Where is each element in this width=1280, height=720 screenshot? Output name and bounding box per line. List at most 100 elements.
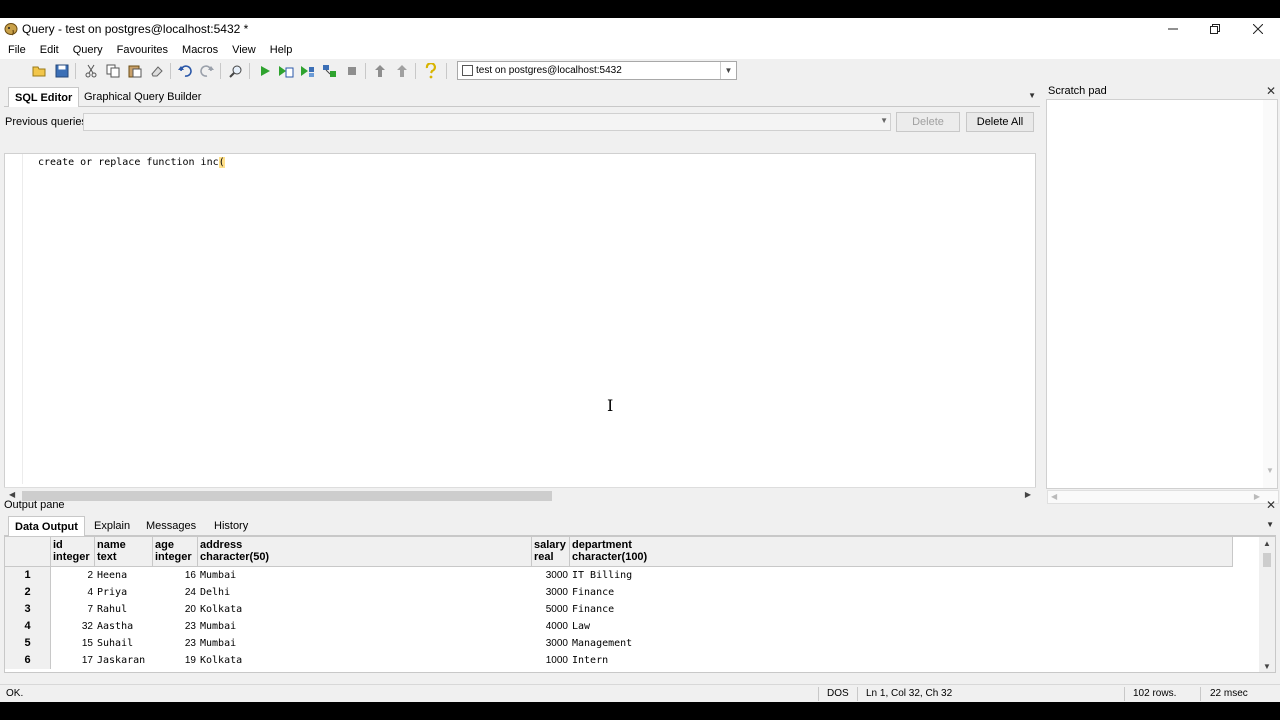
cell-salary[interactable]: 3000 (532, 567, 570, 584)
execute-to-file-button[interactable] (277, 62, 295, 80)
find-button[interactable] (227, 62, 245, 80)
table-row[interactable]: 5 15 Suhail 23 Mumbai 3000 Management (5, 635, 1233, 652)
cell-name[interactable]: Aastha (95, 618, 153, 635)
cell-age[interactable]: 19 (153, 652, 198, 669)
scroll-thumb[interactable] (1263, 553, 1271, 567)
cell-id[interactable]: 15 (51, 635, 95, 652)
cell-name[interactable]: Priya (95, 584, 153, 601)
tab-messages[interactable]: Messages (140, 516, 202, 536)
cell-name[interactable]: Jaskaran (95, 652, 153, 669)
cell-address[interactable]: Kolkata (198, 601, 532, 618)
paste-button[interactable] (126, 62, 144, 80)
scroll-down-icon[interactable]: ▼ (1263, 662, 1271, 671)
data-output-grid[interactable]: id integer name text age integer address cha… (4, 536, 1276, 673)
commit-button[interactable] (371, 62, 389, 80)
delete-all-button[interactable]: Delete All (966, 112, 1034, 132)
close-window-button[interactable] (1237, 18, 1279, 40)
menu-query[interactable]: Query (65, 44, 109, 56)
menu-help[interactable]: Help (262, 44, 299, 56)
tab-sql-editor[interactable]: SQL Editor (8, 87, 80, 107)
cell-id[interactable]: 4 (51, 584, 95, 601)
cell-name[interactable]: Rahul (95, 601, 153, 618)
cell-address[interactable]: Mumbai (198, 635, 532, 652)
tab-history[interactable]: History (208, 516, 254, 536)
column-header-salary[interactable]: salary real (532, 537, 570, 567)
cell-id[interactable]: 17 (51, 652, 95, 669)
rollback-button[interactable] (393, 62, 411, 80)
column-header-name[interactable]: name text (95, 537, 153, 567)
table-row[interactable]: 3 7 Rahul 20 Kolkata 5000 Finance (5, 601, 1233, 618)
restore-button[interactable] (1194, 18, 1236, 40)
connection-select[interactable]: test on postgres@localhost:5432 ▼ (457, 61, 737, 80)
menu-favourites[interactable]: Favourites (109, 44, 174, 56)
cell-address[interactable]: Delhi (198, 584, 532, 601)
previous-queries-select[interactable]: ▼ (83, 113, 891, 131)
cell-salary[interactable]: 1000 (532, 652, 570, 669)
menu-edit[interactable]: Edit (32, 44, 65, 56)
explain-analyze-button[interactable] (321, 62, 339, 80)
menu-view[interactable]: View (224, 44, 262, 56)
cell-department[interactable]: Intern (570, 652, 1233, 669)
cell-department[interactable]: Finance (570, 584, 1233, 601)
cell-name[interactable]: Heena (95, 567, 153, 584)
table-row[interactable]: 2 4 Priya 24 Delhi 3000 Finance (5, 584, 1233, 601)
cell-salary[interactable]: 3000 (532, 584, 570, 601)
column-header-address[interactable]: address character(50) (198, 537, 532, 567)
close-icon[interactable]: ✕ (1266, 498, 1276, 512)
code-line[interactable]: create or replace function inc( (38, 157, 225, 168)
minimize-button[interactable] (1152, 18, 1194, 40)
cell-age[interactable]: 24 (153, 584, 198, 601)
cell-name[interactable]: Suhail (95, 635, 153, 652)
cell-department[interactable]: Law (570, 618, 1233, 635)
tab-data-output[interactable]: Data Output (8, 516, 85, 536)
tab-explain[interactable]: Explain (88, 516, 136, 536)
delete-button[interactable]: Delete (896, 112, 960, 132)
cell-age[interactable]: 20 (153, 601, 198, 618)
scratch-vertical-scrollbar[interactable]: ▼ (1263, 100, 1277, 488)
cell-salary[interactable]: 4000 (532, 618, 570, 635)
tab-menu-icon[interactable]: ▼ (1028, 91, 1036, 100)
table-row[interactable]: 6 17 Jaskaran 19 Kolkata 1000 Intern (5, 652, 1233, 669)
chevron-down-icon[interactable]: ▼ (880, 116, 888, 125)
table-row[interactable]: 4 32 Aastha 23 Mumbai 4000 Law (5, 618, 1233, 635)
cell-address[interactable]: Mumbai (198, 618, 532, 635)
close-icon[interactable]: ✕ (1266, 84, 1276, 98)
cell-salary[interactable]: 5000 (532, 601, 570, 618)
open-file-button[interactable] (31, 62, 49, 80)
connection-checkbox[interactable] (462, 65, 473, 76)
undo-button[interactable] (176, 62, 194, 80)
column-header-age[interactable]: age integer (153, 537, 198, 567)
cell-age[interactable]: 16 (153, 567, 198, 584)
cell-age[interactable]: 23 (153, 618, 198, 635)
copy-button[interactable] (104, 62, 122, 80)
execute-query-button[interactable] (256, 62, 274, 80)
cell-age[interactable]: 23 (153, 635, 198, 652)
menu-file[interactable]: File (0, 44, 32, 56)
menu-macros[interactable]: Macros (174, 44, 224, 56)
scroll-up-icon[interactable]: ▲ (1263, 539, 1271, 548)
cut-button[interactable] (82, 62, 100, 80)
cell-department[interactable]: Management (570, 635, 1233, 652)
scroll-down-icon[interactable]: ▼ (1266, 466, 1274, 475)
cell-id[interactable]: 32 (51, 618, 95, 635)
table-row[interactable]: 1 2 Heena 16 Mumbai 3000 IT Billing (5, 567, 1233, 584)
grid-vertical-scrollbar[interactable]: ▲ ▼ (1259, 537, 1275, 672)
scratch-pad-textarea[interactable]: ▼ ◀ ▶ (1046, 99, 1279, 504)
clear-button[interactable] (148, 62, 166, 80)
column-header-department[interactable]: department character(100) (570, 537, 1233, 567)
cell-department[interactable]: Finance (570, 601, 1233, 618)
save-button[interactable] (53, 62, 71, 80)
cell-address[interactable]: Kolkata (198, 652, 532, 669)
cell-id[interactable]: 7 (51, 601, 95, 618)
help-button[interactable] (422, 62, 440, 80)
chevron-down-icon[interactable]: ▼ (720, 62, 736, 79)
sql-editor[interactable]: create or replace function inc( I (4, 153, 1036, 493)
redo-button[interactable] (198, 62, 216, 80)
explain-query-button[interactable] (299, 62, 317, 80)
cell-address[interactable]: Mumbai (198, 567, 532, 584)
cell-id[interactable]: 2 (51, 567, 95, 584)
cell-department[interactable]: IT Billing (570, 567, 1233, 584)
tab-graphical-query-builder[interactable]: Graphical Query Builder (78, 87, 207, 107)
cancel-query-button[interactable] (343, 62, 361, 80)
cell-salary[interactable]: 3000 (532, 635, 570, 652)
